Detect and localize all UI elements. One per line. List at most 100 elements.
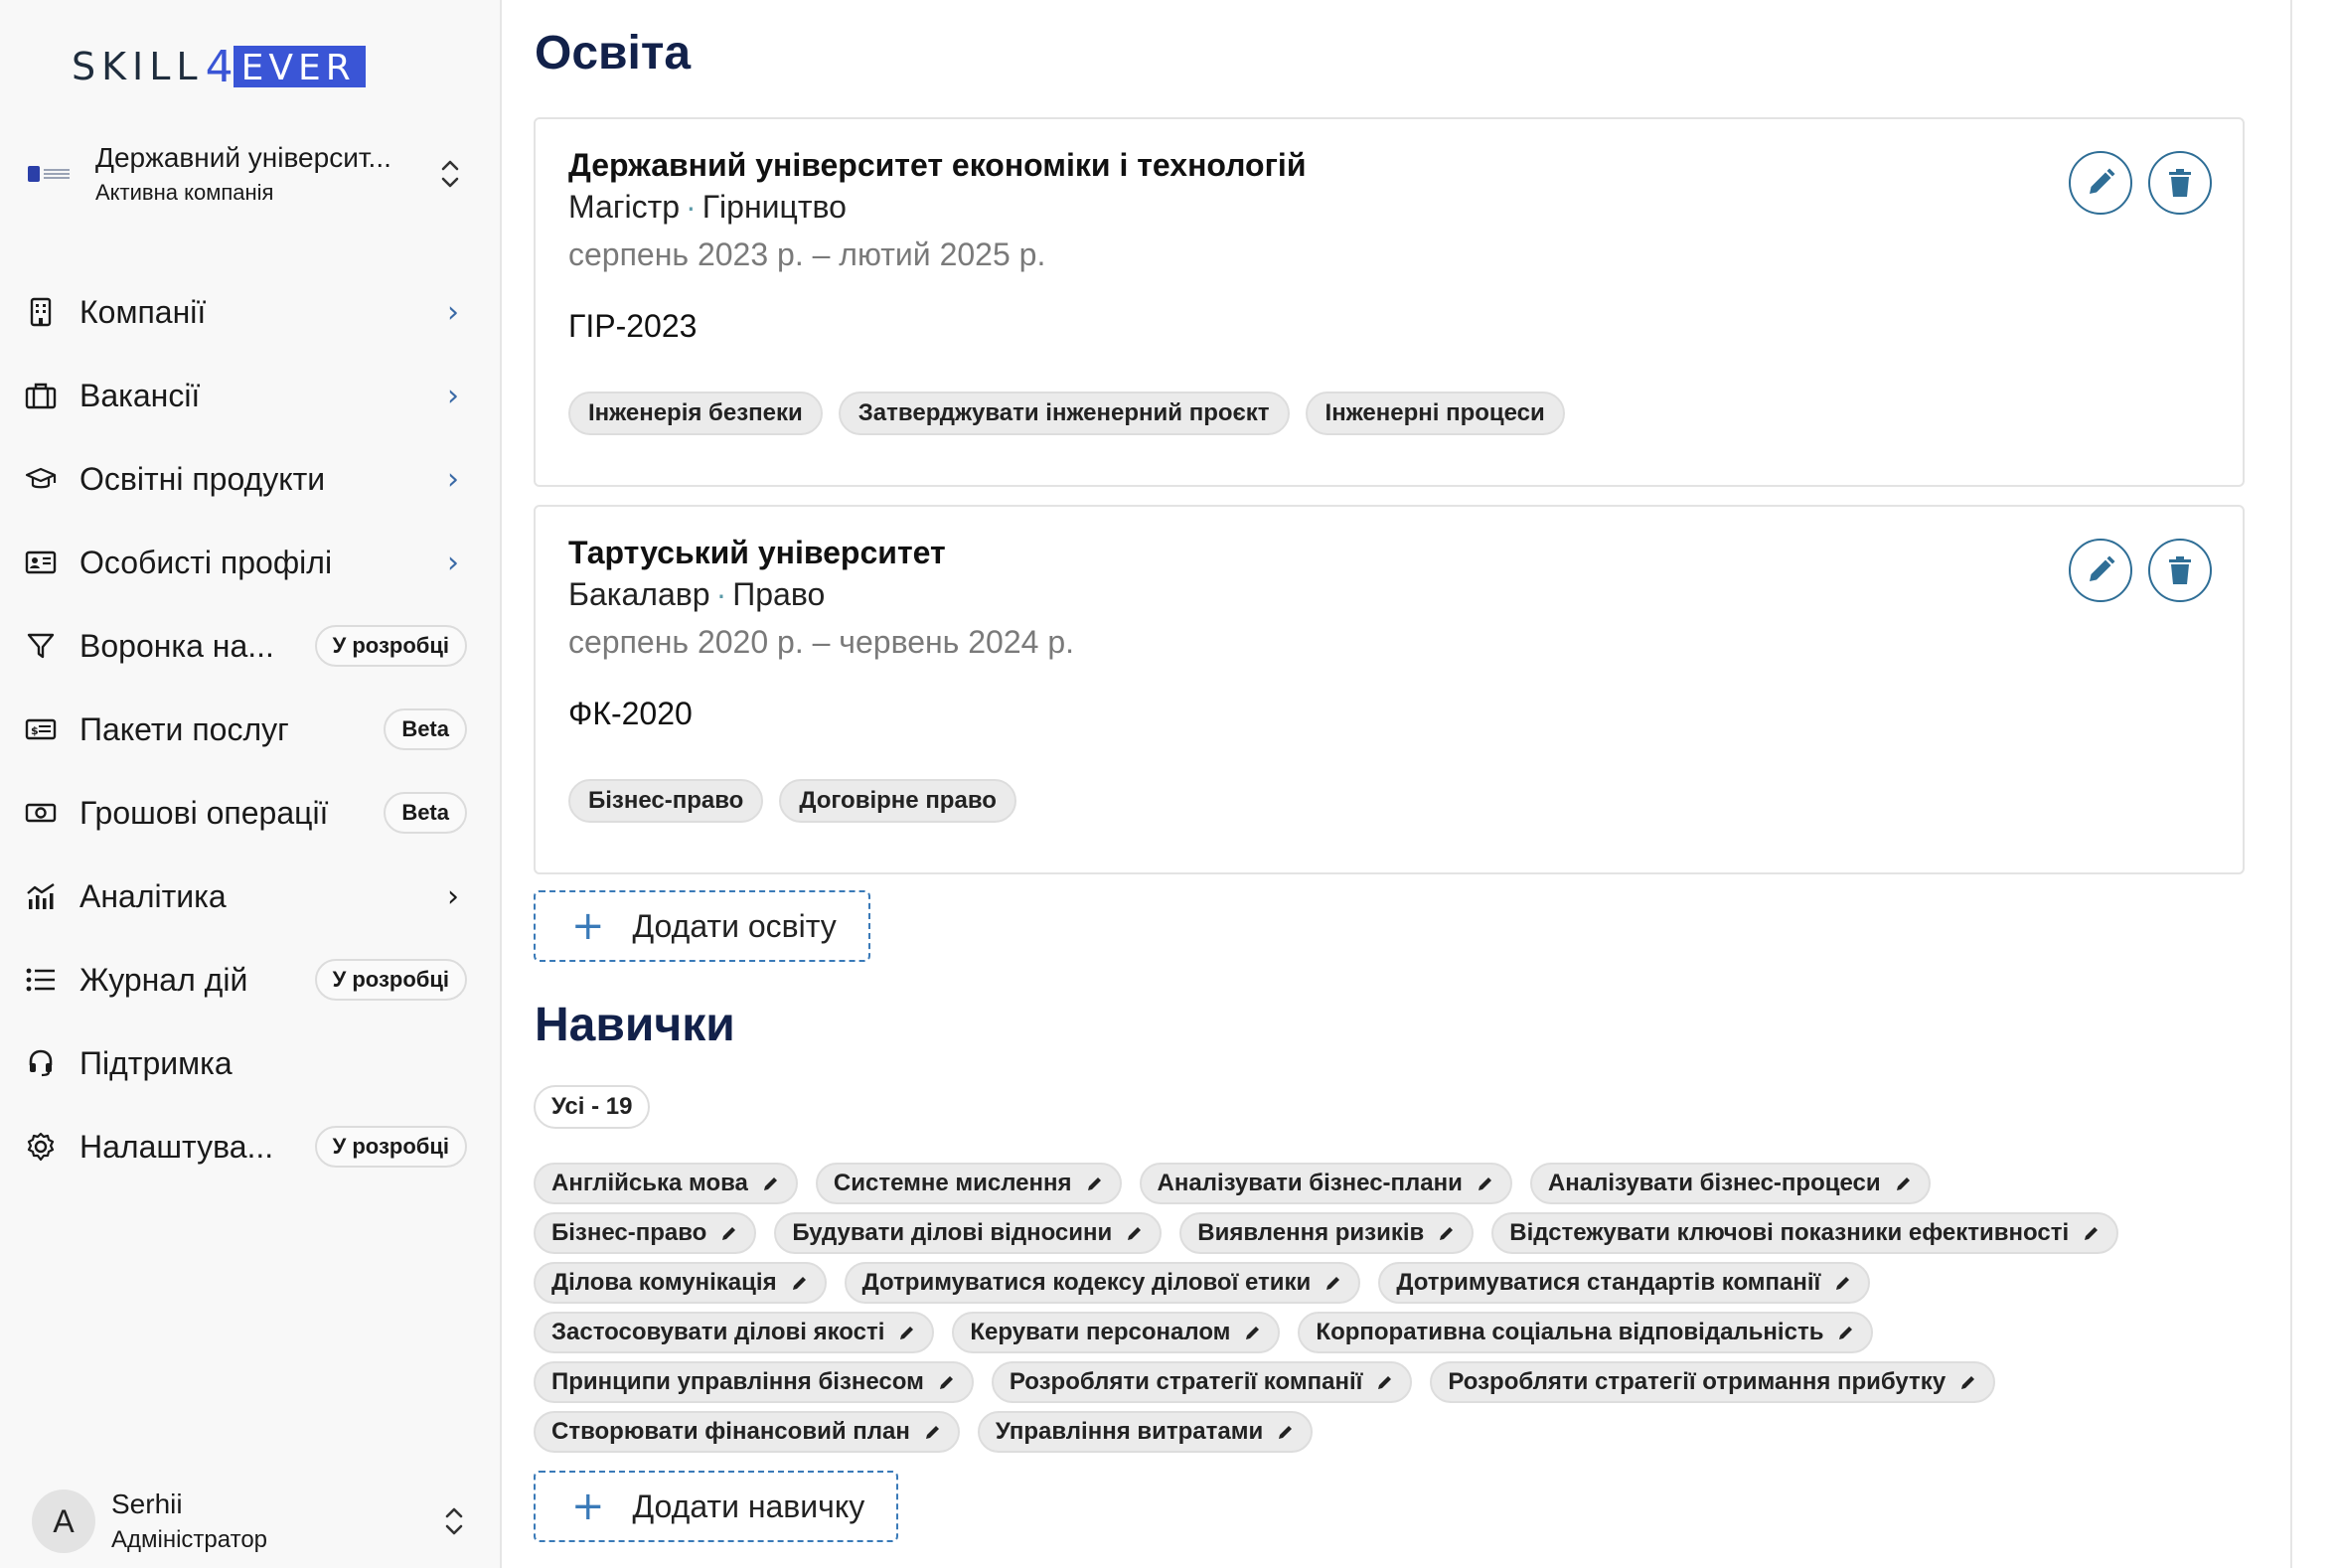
- skills-filter-all[interactable]: Усі - 19: [534, 1085, 651, 1129]
- pencil-icon: [791, 1274, 809, 1292]
- sidebar-item-label: Аналітика: [79, 877, 227, 914]
- sidebar-item-settings[interactable]: Налаштува... У розробці: [24, 1105, 467, 1188]
- avatar: A: [32, 1490, 95, 1553]
- skill-chip[interactable]: Дотримуватися кодексу ділової етики: [844, 1262, 1361, 1304]
- skill-chip[interactable]: Дотримуватися стандартів компанії: [1378, 1262, 1871, 1304]
- sidebar-item-companies[interactable]: Компанії ›: [24, 270, 467, 354]
- skill-row: Англійська мова Системне мислення Аналіз…: [534, 1159, 2282, 1208]
- skill-chip[interactable]: Аналізувати бізнес-процеси: [1529, 1163, 1931, 1204]
- delete-button[interactable]: [2148, 539, 2212, 602]
- education-tags: Бізнес-право Договірне право: [568, 779, 1016, 823]
- skill-chip[interactable]: Будувати ділові відносини: [774, 1212, 1163, 1254]
- filter-icon: [24, 629, 58, 663]
- edit-button[interactable]: [2069, 151, 2132, 215]
- pencil-icon: [762, 1175, 780, 1192]
- study-dates: серпень 2020 р. – червень 2024 р.: [568, 624, 1074, 660]
- briefcase-icon: [24, 379, 58, 412]
- skill-chip[interactable]: Ділова комунікація: [534, 1262, 827, 1304]
- skill-row: Ділова комунікація Дотримуватися кодексу…: [534, 1258, 2282, 1308]
- sidebar-item-funnel[interactable]: Воронка на... У розробці: [24, 604, 467, 688]
- skill-chip[interactable]: Розробляти стратегії отримання прибутку: [1430, 1361, 1996, 1403]
- sidebar-item-packages[interactable]: $ Пакети послуг Beta: [24, 688, 467, 771]
- skill-label: Принципи управління бізнесом: [551, 1368, 924, 1395]
- sidebar-item-label: Пакети послуг: [79, 710, 289, 747]
- skill-chip[interactable]: Аналізувати бізнес-плани: [1139, 1163, 1512, 1204]
- sidebar-item-edu-products[interactable]: Освітні продукти ›: [24, 437, 467, 521]
- skill-chip[interactable]: Розробляти стратегії компанії: [991, 1361, 1413, 1403]
- sidebar-nav: Компанії › Вакансії › Освітні продукти ›: [24, 270, 467, 1188]
- logo-text-left: SKILL: [72, 45, 204, 88]
- skill-label: Системне мислення: [833, 1170, 1072, 1196]
- pencil-icon: [1837, 1324, 1855, 1341]
- pencil-icon: [1277, 1423, 1295, 1441]
- skill-chip[interactable]: Принципи управління бізнесом: [534, 1361, 974, 1403]
- skill-chip[interactable]: Застосовувати ділові якості: [534, 1312, 935, 1353]
- pencil-icon: [720, 1224, 738, 1242]
- skill-chip[interactable]: Бізнес-право: [534, 1212, 757, 1254]
- id-card-icon: [24, 546, 58, 579]
- beta-badge: Beta: [384, 792, 467, 834]
- sidebar-item-label: Журнал дій: [79, 961, 248, 998]
- list-icon: [24, 963, 58, 997]
- education-title: Освіта: [535, 27, 692, 79]
- add-skill-button[interactable]: + Додати навичку: [534, 1471, 899, 1542]
- skill-label: Розробляти стратегії отримання прибутку: [1448, 1368, 1947, 1395]
- tag: Бізнес-право: [568, 779, 764, 823]
- skill-label: Виявлення ризиків: [1197, 1219, 1425, 1246]
- sidebar-item-analytics[interactable]: Аналітика ›: [24, 855, 467, 938]
- sidebar-item-activity-log[interactable]: Журнал дій У розробці: [24, 938, 467, 1021]
- skill-chip[interactable]: Відстежувати ключові показники ефективно…: [1491, 1212, 2119, 1254]
- degree-line: Магістр · Гірництво: [568, 189, 847, 225]
- degree: Бакалавр: [568, 576, 710, 612]
- sidebar-item-support[interactable]: Підтримка: [24, 1021, 467, 1105]
- graduation-cap-icon: [24, 462, 58, 496]
- skill-chip[interactable]: Корпоративна соціальна відповідальність: [1298, 1312, 1874, 1353]
- delete-button[interactable]: [2148, 151, 2212, 215]
- skill-chip[interactable]: Створювати фінансовий план: [534, 1411, 960, 1453]
- add-education-button[interactable]: + Додати освіту: [534, 890, 870, 962]
- sidebar-item-label: Особисті профілі: [79, 544, 333, 580]
- gear-icon: [24, 1130, 58, 1164]
- skill-chip[interactable]: Англійська мова: [534, 1163, 798, 1204]
- user-name: Serhii: [111, 1489, 183, 1519]
- analytics-icon: [24, 879, 58, 913]
- pencil-icon: [1895, 1175, 1913, 1192]
- skill-label: Дотримуватися кодексу ділової етики: [861, 1269, 1312, 1296]
- skill-chip[interactable]: Керувати персоналом: [952, 1312, 1281, 1353]
- skill-row: Бізнес-право Будувати ділові відносини В…: [534, 1208, 2282, 1258]
- skill-label: Створювати фінансовий план: [551, 1418, 910, 1445]
- edit-button[interactable]: [2069, 539, 2132, 602]
- svg-text:$: $: [31, 724, 39, 737]
- skill-chip[interactable]: Виявлення ризиків: [1179, 1212, 1475, 1254]
- sidebar-item-vacancies[interactable]: Вакансії ›: [24, 354, 467, 437]
- field: Право: [732, 576, 826, 612]
- app-root: SKILL 4 EVER Державний університ... Акти…: [0, 0, 2337, 1568]
- group-code: ГІР-2023: [568, 308, 698, 344]
- brand-logo[interactable]: SKILL 4 EVER: [72, 42, 366, 92]
- sidebar-item-profiles[interactable]: Особисті профілі ›: [24, 521, 467, 604]
- group-code: ФК-2020: [568, 696, 693, 731]
- chevron-right-icon: ›: [447, 294, 459, 330]
- add-education-label: Додати освіту: [632, 907, 837, 944]
- sidebar-item-label: Підтримка: [79, 1044, 233, 1081]
- pencil-icon: [1438, 1224, 1456, 1242]
- company-switcher[interactable]: Державний університ... Активна компанія: [28, 139, 465, 209]
- education-card: Тартуський університет Бакалавр · Право се…: [534, 505, 2245, 874]
- status-badge: У розробці: [314, 1126, 467, 1168]
- sidebar-item-money-ops[interactable]: Грошові операції Beta: [24, 771, 467, 855]
- skill-label: Аналізувати бізнес-плани: [1157, 1170, 1463, 1196]
- skill-chip[interactable]: Системне мислення: [815, 1163, 1122, 1204]
- add-skill-label: Додати навичку: [632, 1488, 865, 1524]
- trash-icon: [2169, 169, 2191, 197]
- chevron-right-icon: ›: [447, 545, 459, 580]
- user-menu[interactable]: A Serhii Адміністратор: [32, 1489, 469, 1554]
- pencil-icon: [1477, 1175, 1494, 1192]
- sidebar-item-label: Грошові операції: [79, 794, 329, 831]
- institution-name: Тартуський університет: [568, 535, 946, 570]
- degree-line: Бакалавр · Право: [568, 576, 826, 612]
- tag: Інженерія безпеки: [568, 392, 823, 435]
- skill-chip[interactable]: Управління витратами: [977, 1411, 1314, 1453]
- field: Гірництво: [701, 189, 847, 225]
- skill-label: Корпоративна соціальна відповідальність: [1316, 1319, 1824, 1345]
- skill-label: Відстежувати ключові показники ефективно…: [1509, 1219, 2070, 1246]
